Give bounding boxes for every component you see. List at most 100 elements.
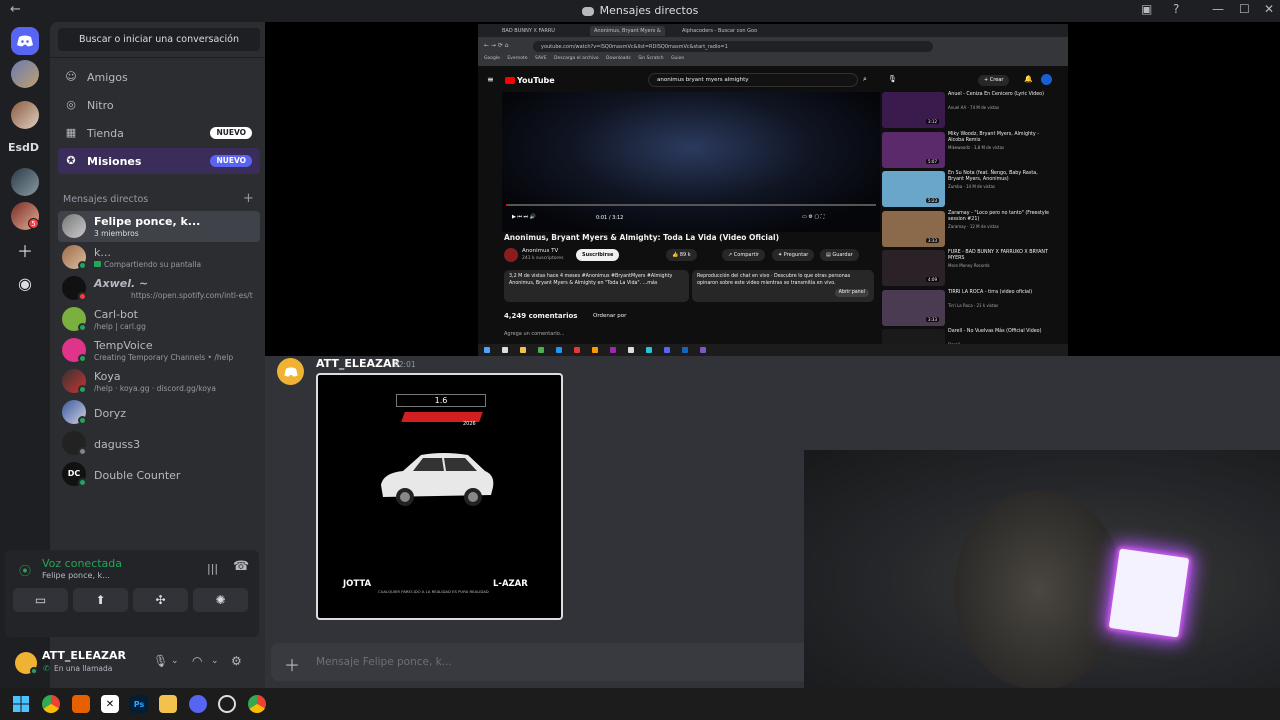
- dm-item[interactable]: daguss3: [58, 428, 260, 459]
- dm-item[interactable]: DC Double Counter: [58, 459, 260, 490]
- voice-status[interactable]: Voz conectada: [42, 557, 122, 570]
- webcam-light: [1108, 548, 1190, 638]
- search-input[interactable]: Buscar o iniciar una conversación: [58, 28, 260, 51]
- rec-duration: 4:09: [926, 277, 939, 282]
- window-title: Mensajes directos: [0, 4, 1280, 17]
- channel-row: Anonimus TV 241 k suscriptores Suscribir…: [504, 246, 882, 264]
- server-esdd[interactable]: EsdD: [8, 141, 39, 154]
- chrome-icon[interactable]: [42, 695, 60, 713]
- obs-icon[interactable]: [218, 695, 236, 713]
- rec-meta: Mikewoodz · 3,8 M de vistas: [948, 144, 1005, 150]
- add-server-icon[interactable]: ＋: [13, 238, 37, 262]
- microphone-icon[interactable]: 🎙: [153, 654, 168, 668]
- attachment-search-text: 1.6: [396, 394, 486, 407]
- message-avatar[interactable]: [277, 358, 304, 385]
- discord-logo-icon: [17, 35, 33, 47]
- gear-icon[interactable]: ⚙: [231, 654, 242, 668]
- video-title: Anonimus, Bryant Myers & Almighty: Toda …: [504, 233, 780, 242]
- dm-item[interactable]: Felipe ponce, k... 3 miembros: [58, 211, 260, 242]
- channel-avatar: [504, 248, 518, 262]
- soundboard-icon: ✺: [215, 593, 226, 607]
- nav-quests[interactable]: ✪ Misiones NUEVO: [58, 148, 260, 174]
- voice-channel[interactable]: Felipe ponce, k...: [42, 571, 110, 580]
- chat-replay-panel: Reproducción del chat en vivo · Descubre…: [692, 270, 874, 302]
- create-dm-icon[interactable]: +: [243, 191, 254, 206]
- noise-suppression-icon[interactable]: |||: [207, 562, 218, 575]
- save-button: ▤ Guardar: [820, 249, 859, 261]
- user-status: En una llamada: [54, 664, 113, 673]
- server-icon-2[interactable]: [11, 101, 39, 129]
- new-badge: NUEVO: [210, 155, 252, 167]
- dm-item[interactable]: Koya /help · koya.gg · discord.gg/koya: [58, 366, 260, 397]
- dm-item[interactable]: Axwel. ~ https://open.spotify.com/intl-e…: [58, 273, 260, 304]
- bookmark: Google: [484, 56, 500, 61]
- browser-tabbar: BAD BUNNY X FARRU Anonimus, Bryant Myers…: [478, 24, 1068, 37]
- search-icon: ⌕: [863, 75, 867, 83]
- camera-button[interactable]: ▭: [13, 588, 68, 612]
- dm-item[interactable]: Doryz: [58, 397, 260, 428]
- screenshare-icon: ⬆: [95, 593, 106, 607]
- help-icon[interactable]: ?: [1173, 2, 1179, 16]
- dm-item[interactable]: Carl-bot /help | carl.gg: [58, 304, 260, 335]
- minimize-button[interactable]: —: [1212, 2, 1224, 16]
- direct-messages-button[interactable]: [11, 27, 39, 55]
- camera-off-icon: ▭: [34, 593, 47, 607]
- webcam-feed[interactable]: [804, 450, 1280, 688]
- dm-item[interactable]: k... Compartiendo su pantalla: [58, 242, 260, 273]
- capcut-icon[interactable]: ✕: [101, 695, 119, 713]
- start-icon: [484, 347, 490, 353]
- message-input[interactable]: Mensaje Felipe ponce, k...: [316, 656, 452, 668]
- windows-taskbar: ✕ Ps: [0, 688, 1280, 720]
- disconnect-icon[interactable]: ☎: [233, 559, 249, 574]
- like-button: 👍 89 k: [666, 249, 697, 261]
- rec-duration: 5:07: [926, 158, 939, 164]
- soundboard-button[interactable]: ✺: [193, 588, 248, 612]
- nav-shop[interactable]: ▦ Tienda NUEVO: [58, 120, 260, 146]
- share-label: Compartir: [733, 252, 759, 258]
- message-author[interactable]: ATT_ELEAZAR: [316, 357, 400, 370]
- dm-item[interactable]: TempVoice Creating Temporary Channels • …: [58, 335, 260, 366]
- brave-icon[interactable]: [72, 695, 90, 713]
- close-button[interactable]: ✕: [1264, 2, 1274, 16]
- app-icon: [664, 347, 670, 353]
- maximize-button[interactable]: ☐: [1239, 2, 1250, 16]
- streamed-browser: BAD BUNNY X FARRU Anonimus, Bryant Myers…: [478, 24, 1068, 356]
- dm-subtext: https://open.spotify.com/intl-es/t: [131, 291, 253, 300]
- dm-subtext: Compartiendo su pantalla: [104, 260, 202, 269]
- player-settings-icon: ▭ ⚙ ▢ ⛶: [802, 214, 825, 220]
- discover-icon[interactable]: ◉: [13, 271, 37, 295]
- nav-label: Amigos: [87, 70, 128, 84]
- bookmark: Descarga el archivo: [554, 56, 599, 61]
- activities-button[interactable]: ✣: [133, 588, 188, 612]
- chevron-down-icon[interactable]: ⌄: [171, 656, 179, 666]
- server-icon-1[interactable]: [11, 60, 39, 88]
- open-panel-button: Abrir panel: [834, 288, 869, 297]
- youtube-header: ≡ YouTube anonimus bryant myers almighty…: [478, 66, 1068, 94]
- app-icon: [682, 347, 688, 353]
- windows-start-icon[interactable]: [12, 695, 30, 713]
- dm-name: Doryz: [94, 407, 127, 420]
- message-composer[interactable]: ＋ Mensaje Felipe ponce, k...: [271, 643, 805, 681]
- nav-nitro[interactable]: ◎ Nitro: [58, 92, 260, 118]
- nav-friends[interactable]: ☺ Amigos: [58, 64, 260, 90]
- server-icon-3[interactable]: [11, 168, 39, 196]
- chrome-profile-icon[interactable]: [248, 695, 266, 713]
- app-icon: [610, 347, 616, 353]
- status-online: [78, 323, 87, 332]
- search-icon: [502, 347, 508, 353]
- headphones-icon[interactable]: ◠: [192, 654, 202, 668]
- inbox-icon[interactable]: ▣: [1141, 2, 1152, 16]
- file-explorer-icon[interactable]: [159, 695, 177, 713]
- app-icon: [700, 347, 706, 353]
- status-online: [78, 416, 87, 425]
- image-attachment[interactable]: 1.6 2026 JOTTA L-AZAR CUALQUIER PARECIDO…: [316, 373, 563, 620]
- browser-urlbar: ← → ⟳ ⌂ youtube.com/watch?v=lSQ0masmVc&l…: [478, 37, 1068, 56]
- chevron-down-icon[interactable]: ⌄: [211, 656, 219, 666]
- app-icon: [538, 347, 544, 353]
- photoshop-icon[interactable]: Ps: [130, 695, 148, 713]
- add-attachment-icon[interactable]: ＋: [284, 652, 300, 676]
- screenshare-button[interactable]: ⬆: [73, 588, 128, 612]
- discord-icon[interactable]: [189, 695, 207, 713]
- window-title-text: Mensajes directos: [599, 4, 699, 17]
- rec-title: Anuel - Ceniza En Cenicero (Lyric Video): [948, 92, 1044, 97]
